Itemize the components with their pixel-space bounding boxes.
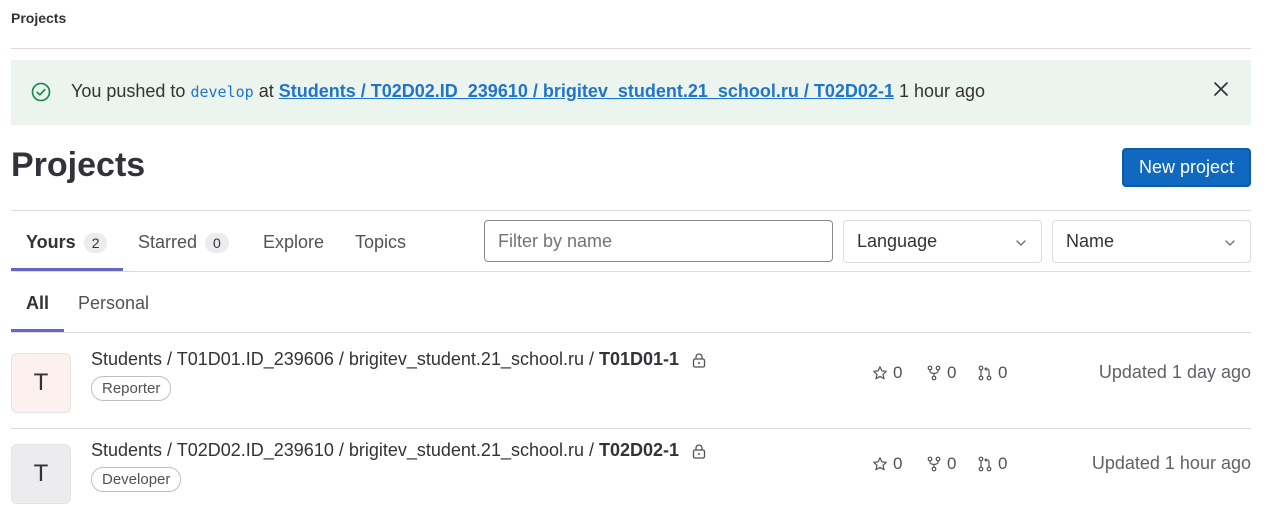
tab-starred[interactable]: Starred 0 [138,232,229,253]
fork-icon [927,456,941,472]
merge-requests-value: 0 [998,454,1008,473]
tab-topics[interactable]: Topics [355,232,406,253]
updated-time: Updated 1 hour ago [1091,453,1251,473]
chevron-down-icon [1225,240,1235,246]
alert-branch: develop [190,83,254,101]
alert-middle: at [258,81,274,101]
check-circle-icon [31,82,51,102]
star-icon [873,366,887,380]
alert-message: You pushed to develop at Students / T02D… [71,81,985,102]
new-project-button[interactable]: New project [1122,148,1251,187]
push-alert: You pushed to develop at Students / T02D… [11,60,1251,125]
forks-value: 0 [947,454,957,473]
forks-value: 0 [947,363,957,382]
stars-count[interactable]: 0 [872,454,902,474]
sort-dropdown[interactable]: Name [1052,220,1251,263]
merge-requests-count[interactable]: 0 [977,454,1007,474]
stars-count[interactable]: 0 [872,363,902,383]
forks-count[interactable]: 0 [926,454,956,474]
subtab-personal[interactable]: Personal [78,293,149,314]
project-name: T01D01-1 [599,349,680,369]
language-dropdown-label: Language [857,231,938,251]
alert-prefix: You pushed to [71,81,186,101]
project-path[interactable]: Students / T02D02.ID_239610 / brigitev_s… [91,440,707,461]
project-namespace: Students / T01D01.ID_239606 / brigitev_s… [91,349,594,369]
tab-topics-label: Topics [355,232,407,252]
project-avatar[interactable]: T [11,353,71,413]
alert-time: 1 hour ago [898,81,986,101]
stars-value: 0 [893,363,903,382]
fork-icon [927,365,941,381]
updated-time: Updated 1 day ago [1098,362,1251,382]
language-dropdown[interactable]: Language [843,220,1042,263]
tab-starred-label: Starred [138,232,198,252]
project-name: T02D02-1 [599,440,680,460]
top-divider [11,48,1251,49]
tab-starred-count: 0 [205,232,229,253]
tabs-bottom-divider [11,271,1251,272]
stars-value: 0 [893,454,903,473]
chevron-down-icon [1016,240,1026,246]
sort-dropdown-label: Name [1066,231,1115,251]
alert-repo-link[interactable]: Students / T02D02.ID_239610 / brigitev_s… [279,81,894,101]
project-row: T Students / T02D02.ID_239610 / brigitev… [11,424,1251,514]
tab-yours-count: 2 [83,232,108,253]
lock-icon [692,352,706,368]
merge-request-icon [978,456,992,472]
breadcrumb[interactable]: Projects [11,10,66,26]
tab-yours-label: Yours [26,232,76,252]
page-title: Projects [11,146,146,184]
filter-input[interactable] [484,220,833,262]
tab-explore-label: Explore [263,232,325,252]
merge-requests-value: 0 [998,363,1008,382]
role-badge: Reporter [91,376,172,401]
forks-count[interactable]: 0 [926,363,956,383]
tabs-top-divider [11,210,1251,211]
merge-requests-count[interactable]: 0 [977,363,1007,383]
tab-yours[interactable]: Yours 2 [26,232,108,253]
lock-icon [692,443,706,459]
role-badge: Developer [91,467,182,492]
project-path[interactable]: Students / T01D01.ID_239606 / brigitev_s… [91,349,707,370]
subtab-all[interactable]: All [26,293,49,314]
project-avatar[interactable]: T [11,444,71,504]
star-icon [873,457,887,471]
merge-request-icon [978,365,992,381]
project-row: T Students / T01D01.ID_239606 / brigitev… [11,333,1251,423]
project-namespace: Students / T02D02.ID_239610 / brigitev_s… [91,440,594,460]
tab-explore[interactable]: Explore [263,232,324,253]
close-icon[interactable] [1212,80,1230,98]
